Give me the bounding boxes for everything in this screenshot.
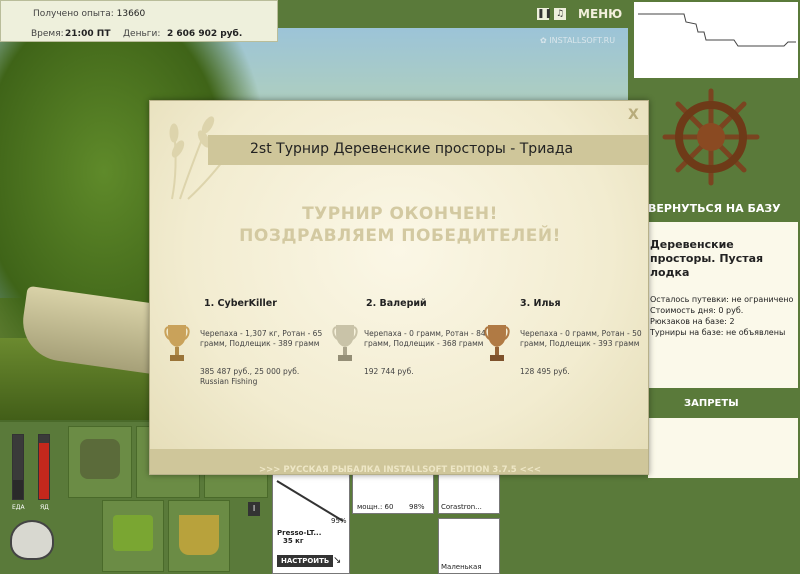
info-line: Стоимость дня: 0 руб.	[650, 306, 744, 315]
reel-percent: 98%	[409, 503, 425, 511]
setup-button[interactable]: НАСТРОИТЬ	[277, 555, 334, 567]
time-label: Время:	[31, 29, 64, 39]
music-icon[interactable]: ♫	[554, 8, 566, 20]
reel-power: мощн.: 60	[357, 503, 394, 511]
bans-panel	[648, 418, 798, 478]
watermark-text: INSTALLSOFT.RU	[549, 36, 616, 45]
return-to-base-button[interactable]: ВЕРНУТЬСЯ НА БАЗУ	[648, 202, 781, 215]
graph-line	[638, 13, 796, 47]
info-line: Рюкзаков на базе: 2	[650, 317, 735, 326]
winner-name: 3. Илья	[520, 298, 561, 309]
butterfly-icon: ✿	[540, 36, 547, 45]
bronze-cup-icon	[484, 325, 510, 361]
ship-wheel-icon[interactable]	[661, 87, 761, 187]
dialog-title: 2st Турнир Деревенские просторы - Триада	[250, 141, 574, 157]
rod-name: Presso-LT...	[277, 529, 322, 537]
status-panel: Получено опыта: 13660 Время: 21:00 ПТ Де…	[0, 0, 278, 42]
location-panel: Деревенские просторы. Пустая лодка Остал…	[648, 222, 798, 388]
winner-prize: 128 495 руб.	[520, 367, 570, 376]
winner-catch: Черепаха - 1,307 кг, Ротан - 65 грамм, П…	[200, 329, 323, 348]
food-label: ЕДА	[12, 504, 25, 511]
winner-prize: 192 744 руб.	[364, 367, 414, 376]
bite-graph	[632, 0, 800, 80]
rod-card[interactable]: Presso-LT... 35 кг 95% НАСТРОИТЬ ↘	[272, 474, 350, 574]
slot-page-indicator[interactable]: I	[248, 502, 260, 516]
bans-button[interactable]: ЗАПРЕТЫ	[684, 398, 739, 409]
menu-button[interactable]: МЕНЮ	[578, 7, 622, 21]
backpack-slot[interactable]	[68, 426, 132, 498]
basket-slot[interactable]	[102, 500, 164, 572]
rod-weight: 35 кг	[283, 537, 304, 545]
pause-icon[interactable]: ❚❚	[537, 8, 552, 20]
dialog-footer: >>> РУССКАЯ РЫБАЛКА INSTALLSOFT EDITION …	[150, 449, 648, 475]
top-bar	[278, 0, 628, 28]
hook-name: Маленькая	[441, 563, 482, 571]
location-title: Деревенские просторы. Пустая лодка	[650, 238, 764, 279]
poison-meter	[38, 434, 50, 500]
line-name: Corastron...	[441, 503, 482, 511]
vegetable-basket-icon	[113, 515, 153, 551]
food-meter	[12, 434, 24, 500]
rod-percent: 95%	[331, 517, 347, 525]
experience-value: 13660	[116, 9, 146, 19]
close-icon[interactable]: X	[628, 107, 639, 123]
food-pot-icon[interactable]	[10, 520, 54, 560]
info-line: Осталось путевки: не ограничено	[650, 295, 794, 304]
experience-label: Получено опыта:	[33, 9, 114, 19]
wooden-bucket-icon	[179, 515, 219, 555]
experience-row: Получено опыта: 13660	[33, 9, 145, 19]
money-value: 2 606 902 руб.	[167, 29, 243, 39]
winner-name: 1. CyberKiller	[204, 298, 277, 309]
tournament-results-dialog: X 2st Турнир Деревенские просторы - Триа…	[149, 100, 649, 475]
backpack-icon	[80, 439, 120, 479]
reel-card[interactable]: мощн.: 60 98%	[352, 474, 434, 514]
tournament-over-heading: ТУРНИР ОКОНЧЕН!	[302, 204, 498, 224]
watermark-logo: ✿ INSTALLSOFT.RU	[540, 36, 615, 45]
winner-catch: Черепаха - 0 грамм, Ротан - 84 грамм, По…	[364, 329, 486, 348]
gold-cup-icon	[164, 325, 190, 361]
resize-arrow-icon[interactable]: ↘	[333, 555, 341, 566]
congratulations-heading: ПОЗДРАВЛЯЕМ ПОБЕДИТЕЛЕЙ!	[239, 226, 561, 246]
info-line: Турниры на базе: не объявлены	[650, 328, 786, 337]
line-card[interactable]: Corastron...	[438, 474, 500, 514]
hook-card[interactable]: Маленькая	[438, 518, 500, 574]
bucket-slot[interactable]	[168, 500, 230, 572]
footer-text: >>> РУССКАЯ РЫБАЛКА INSTALLSOFT EDITION …	[259, 465, 541, 475]
poison-label: ЯД	[40, 504, 49, 511]
dialog-title-bar: 2st Турнир Деревенские просторы - Триада	[208, 135, 648, 165]
winner-catch: Черепаха - 0 грамм, Ротан - 50 грамм, По…	[520, 329, 642, 348]
money-label: Деньги:	[123, 29, 161, 39]
winner-name: 2. Валерий	[366, 298, 427, 309]
location-info: Осталось путевки: не ограничено Стоимост…	[650, 294, 793, 338]
winner-prize: 385 487 руб., 25 000 руб. Russian Fishin…	[200, 367, 300, 386]
silver-cup-icon	[332, 325, 358, 361]
time-value: 21:00 ПТ	[65, 29, 111, 39]
